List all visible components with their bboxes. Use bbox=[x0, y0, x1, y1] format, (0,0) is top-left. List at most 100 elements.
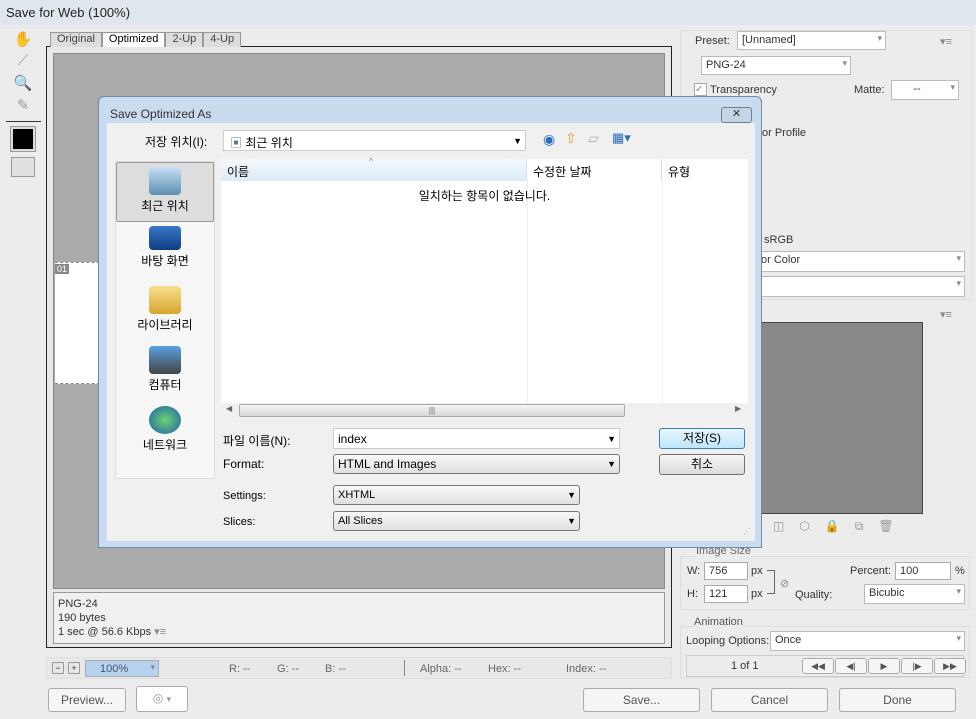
back-icon[interactable]: ◉ bbox=[543, 131, 555, 148]
format-label: Format: bbox=[223, 457, 265, 471]
scroll-left-icon[interactable]: ◀ bbox=[226, 404, 232, 413]
filename-input[interactable]: index ▼ bbox=[333, 428, 620, 449]
eyedropper-icon[interactable]: ✎ bbox=[12, 96, 34, 116]
matte-label: Matte: bbox=[854, 84, 885, 96]
zoom-in-button[interactable]: + bbox=[68, 662, 80, 674]
slices-select[interactable]: All Slices ▼ bbox=[333, 511, 580, 531]
height-label: H: bbox=[687, 588, 698, 600]
frame-counter: 1 of 1 bbox=[731, 660, 759, 672]
slices-value: All Slices bbox=[338, 515, 383, 527]
window-title: Save for Web (100%) bbox=[0, 0, 976, 25]
dialog-title: Save Optimized As bbox=[110, 107, 212, 121]
resize-grip[interactable]: ⋰ bbox=[743, 527, 751, 536]
preview-button[interactable]: Preview... bbox=[48, 688, 126, 712]
zoom-out-button[interactable]: − bbox=[52, 662, 64, 674]
save-button[interactable]: Save... bbox=[583, 688, 700, 712]
place-label: 최근 위치 bbox=[141, 199, 189, 213]
menu-icon[interactable]: ▾≡ bbox=[154, 626, 166, 638]
column-type[interactable]: 유형 bbox=[662, 159, 748, 181]
scroll-right-icon[interactable]: ▶ bbox=[735, 404, 741, 413]
empty-message: 일치하는 항목이 없습니다. bbox=[418, 189, 551, 203]
format-select[interactable]: HTML and Images ▼ bbox=[333, 454, 620, 474]
place-libraries[interactable]: 라이브러리 bbox=[116, 282, 214, 342]
format-select[interactable]: PNG-24 ▾ bbox=[701, 56, 851, 75]
location-select[interactable]: ▣ 최근 위치 ▼ bbox=[223, 130, 526, 151]
looping-value: Once bbox=[775, 634, 802, 646]
info-size: 190 bytes bbox=[58, 612, 106, 624]
width-input[interactable]: 756 bbox=[704, 562, 748, 580]
preview-mode-select[interactable]: ▾ bbox=[756, 276, 965, 297]
color-profile-label: or Profile bbox=[762, 127, 807, 139]
color-swatch[interactable] bbox=[10, 126, 36, 152]
color-table-tools-icon[interactable]: ◫⬡🔒⧉🗑 bbox=[773, 519, 909, 534]
color-mode-select[interactable]: or Color ▾ bbox=[756, 251, 965, 272]
tab-2up[interactable]: 2-Up bbox=[165, 32, 204, 47]
place-desktop[interactable]: 바탕 화면 bbox=[116, 222, 214, 282]
zoom-level-select[interactable]: 100% ▾ bbox=[85, 660, 159, 677]
chevron-down-icon: ▾ bbox=[166, 694, 172, 704]
close-button[interactable]: ✕ bbox=[721, 107, 752, 123]
first-frame-button[interactable]: ◀◀ bbox=[802, 658, 834, 674]
dialog-save-button[interactable]: 저장(S) bbox=[659, 428, 745, 449]
settings-select[interactable]: XHTML ▼ bbox=[333, 485, 580, 505]
looping-label: Looping Options: bbox=[686, 635, 770, 647]
alpha-readout: Alpha: -- bbox=[420, 663, 462, 675]
new-folder-icon[interactable]: ▱ bbox=[588, 130, 599, 147]
divider bbox=[404, 660, 405, 676]
preset-select[interactable]: [Unnamed] ▾ bbox=[737, 31, 886, 50]
place-recent[interactable]: 최근 위치 bbox=[116, 162, 214, 222]
hand-icon[interactable]: ✋ bbox=[12, 30, 34, 50]
horizontal-scrollbar[interactable]: ◀ ||| ▶ bbox=[221, 403, 748, 419]
column-name[interactable]: 이름 ^ bbox=[221, 156, 527, 181]
transparency-checkbox[interactable]: ✓ bbox=[694, 83, 707, 96]
place-computer[interactable]: 컴퓨터 bbox=[116, 342, 214, 402]
quality-select[interactable]: Bicubic ▾ bbox=[864, 584, 965, 604]
place-network[interactable]: 네트워크 bbox=[116, 402, 214, 462]
preset-label: Preset: bbox=[695, 35, 730, 47]
info-format: PNG-24 bbox=[58, 598, 98, 610]
width-label: W: bbox=[687, 565, 701, 577]
slice-select-icon[interactable]: ⟋ bbox=[12, 52, 34, 72]
height-input[interactable]: 121 bbox=[704, 585, 748, 603]
browser-preview-button[interactable]: ◎ ▾ bbox=[136, 686, 188, 712]
prev-frame-button[interactable]: ◀| bbox=[835, 658, 867, 674]
column-date[interactable]: 수정한 날짜 bbox=[527, 159, 662, 181]
divider bbox=[6, 121, 41, 122]
location-label: 저장 위치(I): bbox=[145, 135, 208, 149]
color-table[interactable] bbox=[760, 322, 923, 514]
optimization-info: PNG-24 190 bytes 1 sec @ 56.6 Kbps ▾≡ bbox=[53, 592, 665, 644]
preset-value: [Unnamed] bbox=[742, 34, 796, 46]
b-readout: B: -- bbox=[325, 663, 346, 675]
slices-label: Slices: bbox=[223, 516, 256, 528]
cancel-button[interactable]: Cancel bbox=[711, 688, 828, 712]
dialog-cancel-button[interactable]: 취소 bbox=[659, 454, 745, 475]
tab-optimized[interactable]: Optimized bbox=[101, 32, 166, 47]
looping-select[interactable]: Once ▾ bbox=[770, 631, 965, 651]
scroll-thumb[interactable]: ||| bbox=[239, 404, 625, 417]
toggle-slices-icon[interactable] bbox=[11, 157, 35, 177]
zoom-icon[interactable]: 🔍 bbox=[12, 74, 34, 94]
place-label: 라이브러리 bbox=[137, 318, 193, 332]
up-folder-icon[interactable]: ⇧ bbox=[565, 130, 577, 147]
next-frame-button[interactable]: |▶ bbox=[901, 658, 933, 674]
tab-original[interactable]: Original bbox=[50, 32, 102, 47]
g-readout: G: -- bbox=[277, 663, 299, 675]
divider bbox=[527, 181, 528, 403]
desktop-icon bbox=[149, 226, 181, 250]
color-table-menu-icon[interactable]: ▾≡ bbox=[940, 308, 952, 321]
hex-readout: Hex: -- bbox=[488, 663, 521, 675]
matte-select[interactable]: -- ▾ bbox=[891, 80, 959, 100]
panel-menu-icon[interactable]: ▾≡ bbox=[940, 35, 952, 48]
place-label: 바탕 화면 bbox=[141, 254, 189, 268]
play-button[interactable]: ▶ bbox=[868, 658, 900, 674]
link-icon[interactable]: ⊘ bbox=[780, 577, 789, 590]
last-frame-button[interactable]: ▶▶ bbox=[934, 658, 966, 674]
view-menu-icon[interactable]: ▦▾ bbox=[612, 130, 631, 146]
done-button[interactable]: Done bbox=[839, 688, 956, 712]
transparency-label: Transparency bbox=[710, 84, 777, 96]
percent-input[interactable]: 100 bbox=[895, 562, 951, 580]
filename-value: index bbox=[338, 432, 367, 446]
file-list[interactable]: 이름 ^ 수정한 날짜 유형 일치하는 항목이 없습니다. ◀ ||| ▶ bbox=[221, 156, 748, 419]
computer-icon bbox=[149, 346, 181, 374]
tab-4up[interactable]: 4-Up bbox=[203, 32, 242, 47]
